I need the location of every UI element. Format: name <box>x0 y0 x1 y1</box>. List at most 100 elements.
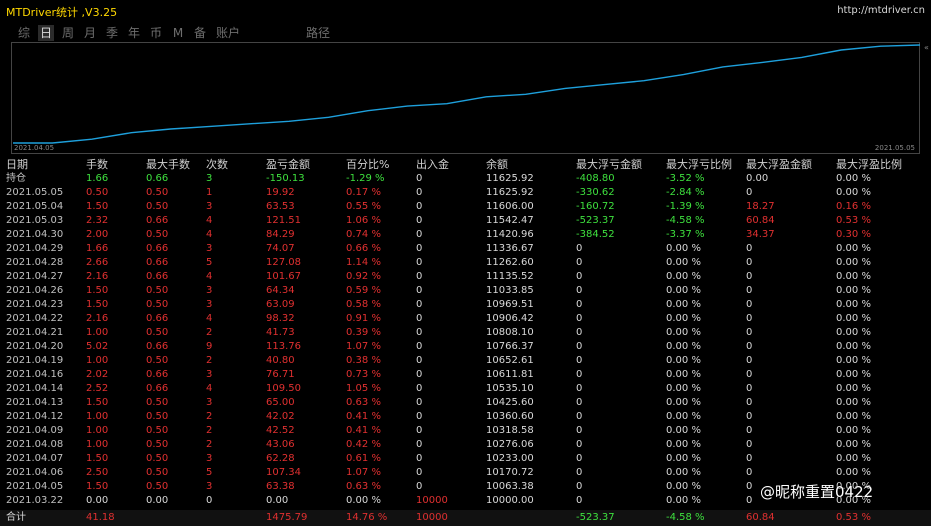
column-header[interactable]: 最大浮盈金额 <box>746 158 812 172</box>
table-cell: 2021.04.21 <box>6 327 64 338</box>
table-cell: 0.66 <box>146 257 169 268</box>
chart-start-date: 2021.04.05 <box>14 144 55 152</box>
tab-4[interactable]: 季 <box>104 25 120 41</box>
table-cell: 3 <box>206 201 213 212</box>
table-cell: 1.50 <box>86 453 109 464</box>
table-cell: 0 <box>746 327 753 338</box>
table-row[interactable]: 2021.05.03 2.32 0.66 4 121.51 1.06 % 0 11542.47… <box>0 214 931 228</box>
total-cell: -4.58 % <box>666 512 705 523</box>
table-cell: 10000 <box>416 495 448 506</box>
table-cell: 10233.00 <box>486 453 534 464</box>
table-cell: 0.00 % <box>836 285 871 296</box>
tab-1[interactable]: 日 <box>38 25 54 41</box>
column-header[interactable]: 余额 <box>486 158 508 172</box>
table-cell: 0 <box>576 425 583 436</box>
table-cell: 9 <box>206 341 213 352</box>
table-cell: 0 <box>746 285 753 296</box>
table-row[interactable]: 2021.04.06 2.50 0.50 5 107.34 1.07 % 0 10170.72… <box>0 466 931 480</box>
table-row[interactable]: 2021.05.04 1.50 0.50 3 63.53 0.55 % 0 11606.00 -… <box>0 200 931 214</box>
table-row[interactable]: 2021.04.13 1.50 0.50 3 65.00 0.63 % 0 10425.60 0… <box>0 396 931 410</box>
tab-6[interactable]: 币 <box>148 25 164 41</box>
column-header[interactable]: 手数 <box>86 158 108 172</box>
table-cell: 0.00 % <box>836 397 871 408</box>
table-cell: 2 <box>206 439 213 450</box>
table-cell: 0.63 % <box>346 397 381 408</box>
table-cell: 0 <box>746 355 753 366</box>
table-cell: 0 <box>746 299 753 310</box>
table-cell: 10611.81 <box>486 369 534 380</box>
table-cell: 2021.04.09 <box>6 425 64 436</box>
table-row[interactable]: 2021.04.19 1.00 0.50 2 40.80 0.38 % 0 10652.61 0… <box>0 354 931 368</box>
table-cell: 2.32 <box>86 215 109 226</box>
tab-5[interactable]: 年 <box>126 25 142 41</box>
table-cell: 0 <box>576 257 583 268</box>
table-row[interactable]: 2021.04.23 1.50 0.50 3 63.09 0.58 % 0 10969.51 0… <box>0 298 931 312</box>
table-cell: 3 <box>206 299 213 310</box>
total-cell: 1475.79 <box>266 512 308 523</box>
table-cell: 0 <box>576 243 583 254</box>
column-header[interactable]: 最大浮盈比例 <box>836 158 902 172</box>
column-header[interactable]: 百分比% <box>346 158 389 172</box>
app-title: MTDriver统计 ,V3.25 <box>6 6 118 19</box>
tab-2[interactable]: 周 <box>60 25 76 41</box>
table-row[interactable]: 2021.04.20 5.02 0.66 9 113.76 1.07 % 0 10766.37… <box>0 340 931 354</box>
table-cell: 64.34 <box>266 285 295 296</box>
table-cell: 0 <box>576 439 583 450</box>
tab-7[interactable]: M <box>172 25 184 41</box>
table-cell: 10000.00 <box>486 495 534 506</box>
table-row[interactable]: 持仓 1.66 0.66 3 -150.13 -1.29 % 0 11625.92 -408.8… <box>0 172 931 186</box>
table-row[interactable]: 2021.04.12 1.00 0.50 2 42.02 0.41 % 0 10360.60 0… <box>0 410 931 424</box>
table-cell: 0.00 % <box>666 285 701 296</box>
column-header[interactable]: 盈亏金额 <box>266 158 310 172</box>
table-cell: 107.34 <box>266 467 301 478</box>
table-row[interactable]: 2021.04.29 1.66 0.66 3 74.07 0.66 % 0 11336.67 0… <box>0 242 931 256</box>
table-row[interactable]: 2021.04.30 2.00 0.50 4 84.29 0.74 % 0 11420.96 -… <box>0 228 931 242</box>
table-cell: 2021.04.05 <box>6 481 64 492</box>
table-cell: 0.00 <box>266 495 289 506</box>
table-row[interactable]: 2021.04.09 1.00 0.50 2 42.52 0.41 % 0 10318.58 0… <box>0 424 931 438</box>
table-row[interactable]: 2021.04.08 1.00 0.50 2 43.06 0.42 % 0 10276.06 0… <box>0 438 931 452</box>
column-header[interactable]: 次数 <box>206 158 228 172</box>
column-header[interactable]: 出入金 <box>416 158 449 172</box>
table-cell: 3 <box>206 481 213 492</box>
table-cell: 1.66 <box>86 243 109 254</box>
table-cell: 0 <box>576 369 583 380</box>
table-cell: 0 <box>746 411 753 422</box>
table-cell: 0.00 % <box>666 313 701 324</box>
table-row[interactable]: 2021.04.21 1.00 0.50 2 41.73 0.39 % 0 10808.10 0… <box>0 326 931 340</box>
table-cell: 2021.04.07 <box>6 453 64 464</box>
collapse-chart-icon[interactable]: « <box>924 43 929 52</box>
column-header[interactable]: 最大浮亏比例 <box>666 158 732 172</box>
table-row[interactable]: 2021.04.22 2.16 0.66 4 98.32 0.91 % 0 10906.42 0… <box>0 312 931 326</box>
table-cell: 2021.04.06 <box>6 467 64 478</box>
table-cell: 2021.04.14 <box>6 383 64 394</box>
tab-10[interactable]: 路径 <box>304 25 332 41</box>
table-cell: 2021.04.30 <box>6 229 64 240</box>
table-cell: -408.80 <box>576 173 615 184</box>
website-link[interactable]: http://mtdriver.cn <box>837 5 925 16</box>
table-cell: 2021.04.19 <box>6 355 64 366</box>
table-row[interactable]: 2021.04.26 1.50 0.50 3 64.34 0.59 % 0 11033.85 0… <box>0 284 931 298</box>
tab-0[interactable]: 综 <box>16 25 32 41</box>
column-header[interactable]: 日期 <box>6 158 28 172</box>
table-cell: 0.00 % <box>836 187 871 198</box>
column-header[interactable]: 最大浮亏金额 <box>576 158 642 172</box>
table-row[interactable]: 2021.04.28 2.66 0.66 5 127.08 1.14 % 0 11262.60… <box>0 256 931 270</box>
table-row[interactable]: 2021.04.14 2.52 0.66 4 109.50 1.05 % 0 10535.10… <box>0 382 931 396</box>
table-row[interactable]: 2021.05.05 0.50 0.50 1 19.92 0.17 % 0 11625.92 -… <box>0 186 931 200</box>
table-cell: 63.53 <box>266 201 295 212</box>
table-cell: 0 <box>416 481 423 492</box>
table-cell: 1.50 <box>86 481 109 492</box>
tab-8[interactable]: 备 <box>192 25 208 41</box>
tab-9[interactable]: 账户 <box>214 25 242 41</box>
tab-3[interactable]: 月 <box>82 25 98 41</box>
column-header[interactable]: 最大手数 <box>146 158 190 172</box>
table-cell: 2021.05.05 <box>6 187 64 198</box>
table-cell: 0.50 <box>146 229 169 240</box>
table-row[interactable]: 2021.04.16 2.02 0.66 3 76.71 0.73 % 0 10611.81 0… <box>0 368 931 382</box>
table-cell: -523.37 <box>576 215 615 226</box>
table-row[interactable]: 2021.04.27 2.16 0.66 4 101.67 0.92 % 0 11135.52… <box>0 270 931 284</box>
table-row[interactable]: 2021.04.07 1.50 0.50 3 62.28 0.61 % 0 10233.00 0… <box>0 452 931 466</box>
table-cell: 0 <box>746 257 753 268</box>
table-cell: 0.00 % <box>666 467 701 478</box>
